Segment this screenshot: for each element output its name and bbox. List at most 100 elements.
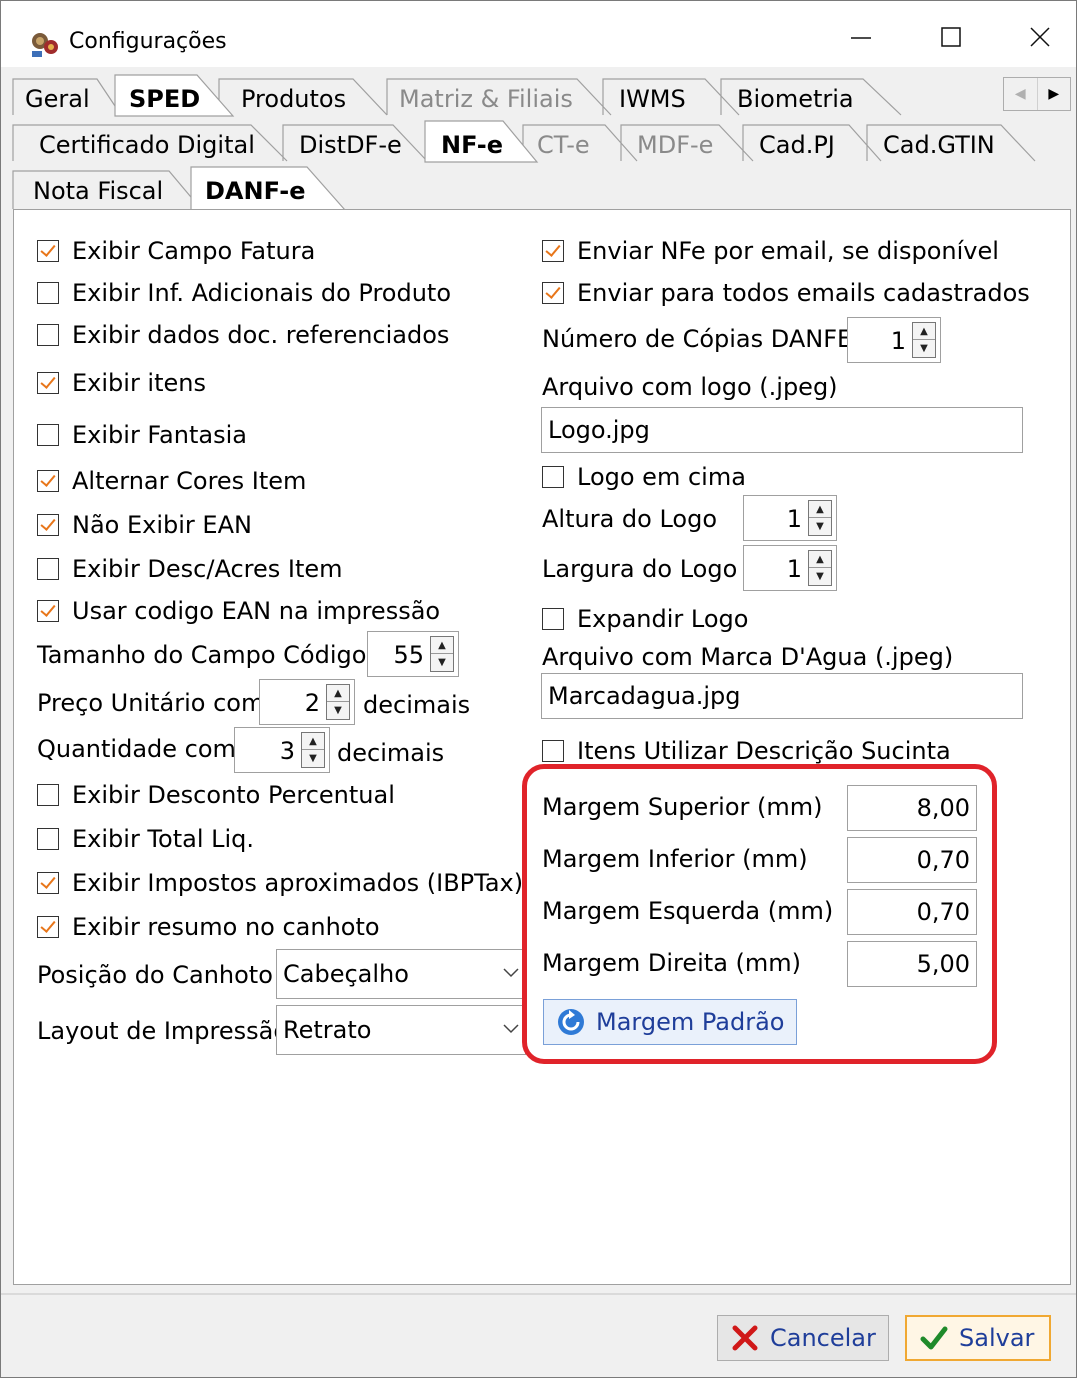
- logo-em-cima-checkbox[interactable]: Logo em cima: [542, 463, 746, 491]
- spinner-buttons: ▲ ▼: [912, 322, 936, 358]
- arquivo-logo-input[interactable]: Logo.jpg: [541, 407, 1023, 453]
- tab-iwms[interactable]: IWMS: [605, 77, 715, 121]
- numero-copias-label: Número de Cópias DANFE: [542, 325, 853, 353]
- checkbox-box: [37, 916, 59, 938]
- exibir-itens-checkbox[interactable]: Exibir itens: [37, 369, 206, 397]
- exibir-campo-fatura-checkbox[interactable]: Exibir Campo Fatura: [37, 237, 315, 265]
- arquivo-logo-label: Arquivo com logo (.jpeg): [542, 373, 838, 401]
- quantidade-decimais-spinner[interactable]: 3 ▲ ▼: [234, 727, 330, 773]
- tab-scroll-left-button[interactable]: ◀: [1004, 78, 1038, 110]
- cancel-button[interactable]: Cancelar: [717, 1315, 889, 1361]
- largura-logo-spinner[interactable]: 1 ▲ ▼: [743, 545, 837, 591]
- checkbox-box: [542, 608, 564, 630]
- tab-cadgtin[interactable]: Cad.GTIN: [869, 123, 1019, 167]
- tab-distdfe[interactable]: DistDF-e: [285, 123, 415, 167]
- spinner-buttons: ▲ ▼: [430, 636, 454, 672]
- spin-up-icon[interactable]: ▲: [431, 637, 453, 654]
- spin-up-icon[interactable]: ▲: [809, 551, 831, 568]
- spin-up-icon[interactable]: ▲: [809, 501, 831, 518]
- spin-down-icon[interactable]: ▼: [327, 702, 349, 719]
- posicao-canhoto-select[interactable]: Cabeçalho: [276, 949, 526, 999]
- app-icon: [32, 33, 58, 57]
- checkbox-box: [37, 600, 59, 622]
- checkbox-box: [37, 424, 59, 446]
- tab-danfe[interactable]: DANF-e: [191, 169, 341, 213]
- chevron-down-icon: [503, 1024, 519, 1034]
- exibir-resumo-canhoto-checkbox[interactable]: Exibir resumo no canhoto: [37, 913, 380, 941]
- spin-up-icon[interactable]: ▲: [327, 685, 349, 702]
- configuracoes-window: Configurações Geral SPED Produtos Matriz…: [0, 0, 1077, 1378]
- spinner-buttons: ▲ ▼: [301, 732, 325, 768]
- maximize-icon: [941, 27, 961, 47]
- tab-matriz-filiais: Matriz & Filiais: [399, 85, 573, 113]
- alternar-cores-item-checkbox[interactable]: Alternar Cores Item: [37, 467, 306, 495]
- tab-scroll-right-button[interactable]: ▶: [1038, 78, 1071, 110]
- preco-unitario-decimais-spinner[interactable]: 2 ▲ ▼: [259, 679, 355, 725]
- altura-logo-spinner[interactable]: 1 ▲ ▼: [743, 495, 837, 541]
- minimize-button[interactable]: [836, 15, 886, 59]
- tab-nfe[interactable]: NF-e: [427, 123, 527, 167]
- tab-mdfe: MDF-e: [637, 131, 714, 159]
- altura-logo-label: Altura do Logo: [542, 505, 718, 533]
- spin-down-icon[interactable]: ▼: [809, 568, 831, 585]
- tab-geral[interactable]: Geral: [11, 77, 111, 121]
- check-icon: [920, 1326, 948, 1350]
- title-bar: Configurações: [1, 1, 1076, 67]
- tab-sped[interactable]: SPED: [115, 77, 225, 121]
- spin-down-icon[interactable]: ▼: [302, 750, 324, 767]
- expandir-logo-checkbox[interactable]: Expandir Logo: [542, 605, 748, 633]
- usar-codigo-ean-checkbox[interactable]: Usar codigo EAN na impressão: [37, 597, 440, 625]
- chevron-down-icon: [503, 968, 519, 978]
- arquivo-marca-dagua-input[interactable]: Marcadagua.jpg: [541, 673, 1023, 719]
- checkbox-box: [37, 558, 59, 580]
- tab-certificado-digital[interactable]: Certificado Digital: [25, 123, 265, 167]
- checkbox-box: [542, 466, 564, 488]
- checkbox-box: [542, 740, 564, 762]
- tab-cadpj[interactable]: Cad.PJ: [745, 123, 865, 167]
- tab-nota-fiscal[interactable]: Nota Fiscal: [19, 169, 179, 213]
- checkbox-box: [37, 470, 59, 492]
- preco-unitario-label: Preço Unitário com: [37, 689, 265, 717]
- nao-exibir-ean-checkbox[interactable]: Não Exibir EAN: [37, 511, 252, 539]
- numero-copias-spinner[interactable]: 1 ▲ ▼: [847, 317, 941, 363]
- exibir-desc-acres-checkbox[interactable]: Exibir Desc/Acres Item: [37, 555, 343, 583]
- tamanho-campo-codigo-label: Tamanho do Campo Código: [37, 641, 367, 669]
- x-icon: [732, 1325, 758, 1351]
- quantidade-suffix: decimais: [337, 739, 445, 767]
- tamanho-campo-codigo-spinner[interactable]: 55 ▲ ▼: [367, 631, 459, 677]
- close-icon: [1030, 27, 1050, 47]
- exibir-inf-adicionais-checkbox[interactable]: Exibir Inf. Adicionais do Produto: [37, 279, 451, 307]
- posicao-canhoto-label: Posição do Canhoto: [37, 961, 273, 989]
- enviar-todos-emails-checkbox[interactable]: Enviar para todos emails cadastrados: [542, 279, 1030, 307]
- checkbox-box: [37, 324, 59, 346]
- spinner-buttons: ▲ ▼: [326, 684, 350, 720]
- close-button[interactable]: [1015, 15, 1065, 59]
- spin-down-icon[interactable]: ▼: [431, 654, 453, 671]
- spin-down-icon[interactable]: ▼: [809, 518, 831, 535]
- spin-up-icon[interactable]: ▲: [913, 323, 935, 340]
- layout-impressao-select[interactable]: Retrato: [276, 1005, 526, 1055]
- maximize-button[interactable]: [926, 15, 976, 59]
- margins-highlight-annotation: [522, 764, 997, 1064]
- exibir-desconto-percentual-checkbox[interactable]: Exibir Desconto Percentual: [37, 781, 395, 809]
- itens-descricao-sucinta-checkbox[interactable]: Itens Utilizar Descrição Sucinta: [542, 737, 951, 765]
- arquivo-marca-dagua-label: Arquivo com Marca D'Agua (.jpeg): [542, 643, 954, 671]
- tab-cte: CT-e: [537, 131, 590, 159]
- tab-biometria[interactable]: Biometria: [723, 77, 873, 121]
- checkbox-box: [37, 514, 59, 536]
- exibir-fantasia-checkbox[interactable]: Exibir Fantasia: [37, 421, 247, 449]
- tab-produtos[interactable]: Produtos: [227, 77, 377, 121]
- exibir-impostos-ibptax-checkbox[interactable]: Exibir Impostos aproximados (IBPTax): [37, 869, 523, 897]
- layout-impressao-label: Layout de Impressão: [37, 1017, 289, 1045]
- exibir-total-liq-checkbox[interactable]: Exibir Total Liq.: [37, 825, 254, 853]
- exibir-dados-doc-checkbox[interactable]: Exibir dados doc. referenciados: [37, 321, 449, 349]
- spin-up-icon[interactable]: ▲: [302, 733, 324, 750]
- window-title: Configurações: [69, 29, 227, 54]
- save-button[interactable]: Salvar: [905, 1315, 1051, 1361]
- enviar-nfe-email-checkbox[interactable]: Enviar NFe por email, se disponível: [542, 237, 999, 265]
- tab-scroll-arrows: ◀ ▶: [1003, 77, 1071, 111]
- checkbox-box: [542, 282, 564, 304]
- spinner-buttons: ▲ ▼: [808, 550, 832, 586]
- spin-down-icon[interactable]: ▼: [913, 340, 935, 357]
- quantidade-label: Quantidade com: [37, 735, 236, 763]
